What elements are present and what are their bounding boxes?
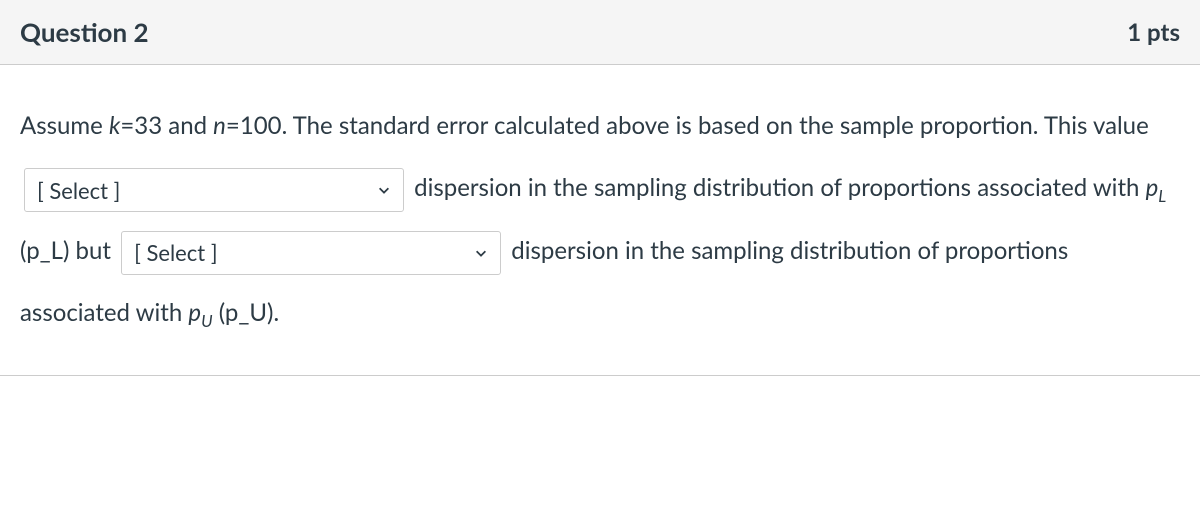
variable-p: p: [1146, 173, 1159, 202]
text-segment: =33 and: [120, 111, 213, 140]
subscript-U: U: [201, 310, 213, 331]
subscript-L: L: [1158, 185, 1166, 206]
chevron-down-icon: [377, 183, 391, 197]
select-placeholder: [ Select ]: [37, 162, 120, 219]
question-title: Question 2: [20, 16, 149, 48]
chevron-down-icon: [474, 246, 488, 260]
variable-p2: p: [188, 298, 201, 327]
text-segment: Assume: [20, 111, 109, 140]
select-dropdown-2[interactable]: [ Select ]: [121, 231, 501, 275]
variable-k: k: [109, 111, 120, 140]
question-text: Assume k=33 and n=100. The standard erro…: [20, 95, 1180, 345]
question-points: 1 pts: [1127, 18, 1180, 47]
select-placeholder: [ Select ]: [134, 224, 217, 281]
variable-n: n: [213, 111, 226, 140]
text-segment: (p_L) but: [20, 236, 117, 265]
select-dropdown-1[interactable]: [ Select ]: [24, 168, 404, 212]
question-body: Assume k=33 and n=100. The standard erro…: [0, 65, 1200, 376]
text-segment: (p_U).: [213, 298, 280, 327]
question-header: Question 2 1 pts: [0, 0, 1200, 65]
text-segment: dispersion in the sampling distribution …: [414, 173, 1145, 202]
text-segment: =100. The standard error calculated abov…: [226, 111, 1149, 140]
